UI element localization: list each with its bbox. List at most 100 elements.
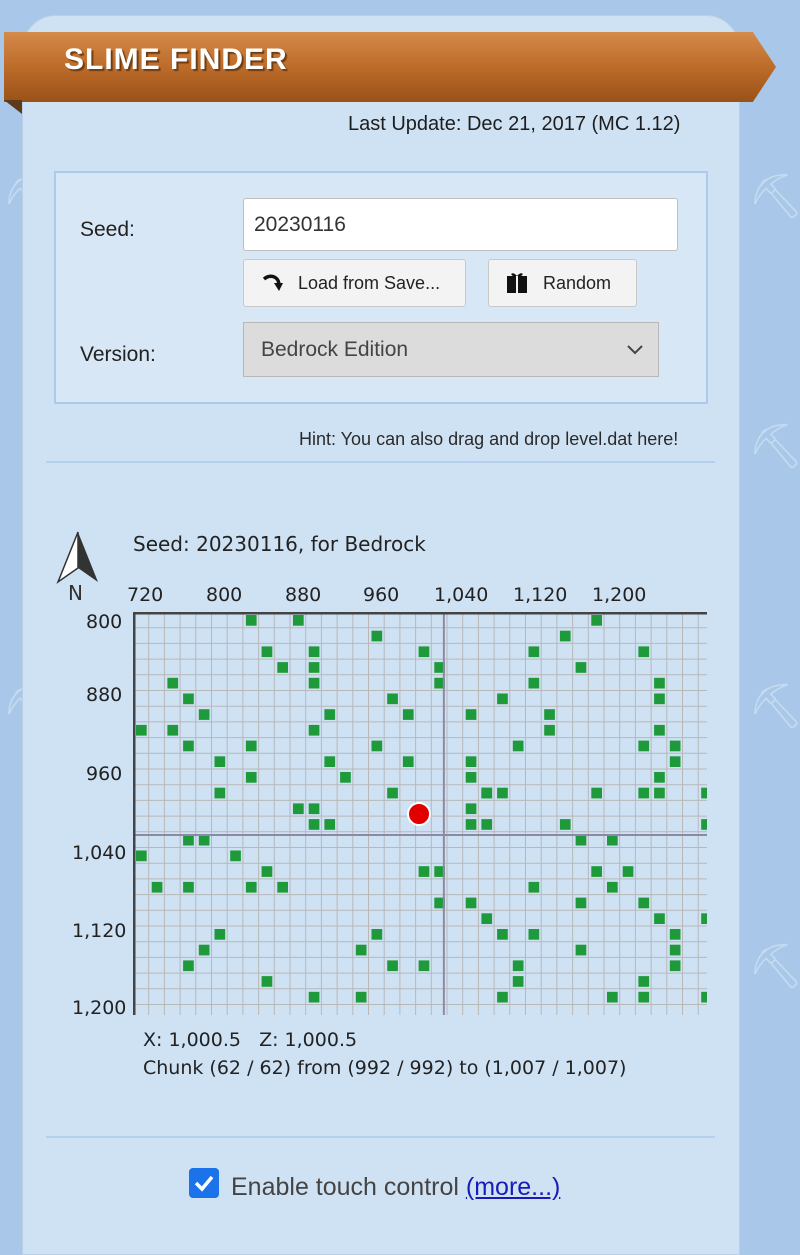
coordinate-readout: X: 1,000.5 Z: 1,000.5: [143, 1029, 358, 1051]
slime-chunk-cell: [638, 976, 650, 987]
checkmark-icon: [194, 1175, 214, 1192]
version-selected-value: Bedrock Edition: [261, 337, 409, 361]
random-button[interactable]: Random: [488, 259, 637, 307]
version-select[interactable]: Bedrock Edition: [243, 322, 659, 377]
chevron-down-icon: [627, 345, 643, 355]
slime-chunk-cell: [418, 646, 430, 658]
slime-chunk-cell: [308, 819, 320, 830]
slime-chunk-cell: [371, 929, 383, 940]
x-axis-tick: 880: [285, 584, 322, 606]
slime-chunk-cell: [622, 866, 634, 877]
touch-control-checkbox[interactable]: [189, 1168, 219, 1198]
slime-chunk-cell: [465, 803, 477, 815]
z-axis-tick: 800: [86, 611, 123, 633]
slime-chunk-cell: [324, 756, 336, 767]
x-axis-tick: 1,040: [434, 584, 489, 606]
background-pattern: ⛏: [748, 941, 800, 992]
slime-chunk-cell: [183, 740, 194, 752]
slime-chunk-cell: [371, 630, 383, 642]
slime-chunk-cell: [387, 693, 398, 705]
slime-chunk-cell: [607, 881, 618, 893]
slime-chunk-cell: [701, 819, 707, 830]
compass-label: N: [68, 581, 83, 605]
x-axis-tick: 960: [363, 584, 400, 606]
slime-chunk-cell: [638, 646, 650, 658]
slime-chunk-cell: [261, 646, 273, 658]
chunk-readout: Chunk (62 / 62) from (992 / 992) to (1,0…: [143, 1057, 627, 1079]
slime-chunk-cell: [481, 787, 493, 799]
slime-chunk-cell: [575, 897, 587, 909]
random-button-label: Random: [543, 272, 612, 293]
slime-chunk-cell: [669, 960, 681, 972]
slime-chunk-cell: [198, 834, 210, 846]
slime-chunk-cell: [183, 693, 194, 705]
background-pattern: ⛏: [748, 421, 800, 472]
slime-chunk-cell: [512, 740, 524, 752]
page-title: SLIME FINDER: [64, 43, 288, 76]
slime-chunk-cell: [701, 787, 707, 799]
version-label: Version:: [80, 343, 156, 366]
slime-chunk-cell: [654, 772, 665, 783]
gift-icon: [507, 273, 527, 293]
slime-chunk-cell: [497, 787, 508, 799]
slime-chunk-cell: [669, 756, 681, 767]
x-axis-tick: 720: [127, 584, 164, 606]
more-info-link[interactable]: (more...): [466, 1173, 560, 1201]
background-pattern: ⛏: [748, 171, 800, 222]
map-title: Seed: 20230116, for Bedrock: [133, 532, 426, 556]
touch-control-text: Enable touch control: [231, 1173, 459, 1201]
slime-chunk-grid[interactable]: [133, 612, 707, 1015]
slime-chunk-cell: [167, 677, 179, 689]
slime-chunk-cell: [638, 897, 650, 909]
slime-chunk-cell: [654, 724, 665, 736]
slime-chunk-cell: [308, 662, 320, 673]
slime-chunk-cell: [340, 772, 351, 783]
slime-chunk-cell: [607, 991, 618, 1003]
slime-chunk-cell: [512, 960, 524, 972]
slime-chunk-cell: [481, 819, 493, 830]
slime-chunk-cell: [591, 787, 602, 799]
seed-label: Seed:: [80, 218, 135, 241]
slime-chunk-cell: [277, 662, 288, 673]
slime-chunk-cell: [308, 803, 320, 815]
slime-chunk-cell: [214, 756, 226, 767]
slime-chunk-cell: [355, 944, 367, 956]
slime-chunk-cell: [198, 709, 210, 720]
slime-chunk-cell: [512, 976, 524, 987]
slime-chunk-cell: [136, 850, 147, 862]
last-update-text: Last Update: Dec 21, 2017 (MC 1.12): [348, 113, 681, 135]
z-axis-tick: 960: [86, 763, 123, 785]
z-axis-tick: 1,200: [72, 997, 127, 1019]
slime-chunk-cell: [293, 615, 304, 626]
slime-chunk-cell: [559, 819, 571, 830]
slime-chunk-cell: [544, 724, 555, 736]
slime-chunk-cell: [198, 944, 210, 956]
slime-chunk-cell: [638, 991, 650, 1003]
slime-chunk-cell: [324, 709, 336, 720]
slime-chunk-cell: [245, 772, 257, 783]
slime-chunk-cell: [167, 724, 179, 736]
slime-chunk-cell: [245, 615, 257, 626]
load-from-save-button[interactable]: Load from Save...: [243, 259, 466, 307]
slime-chunk-cell: [528, 677, 540, 689]
slime-chunk-cell: [136, 724, 147, 736]
slime-chunk-cell: [669, 929, 681, 940]
compass-north-icon: N: [56, 531, 98, 605]
slime-chunk-cell: [701, 991, 707, 1003]
slime-chunk-cell: [465, 709, 477, 720]
slime-chunk-cell: [465, 756, 477, 767]
slime-chunk-cell: [151, 881, 163, 893]
slime-chunk-cell: [277, 881, 288, 893]
slime-chunk-cell: [387, 960, 398, 972]
slime-chunk-cell: [308, 991, 320, 1003]
slime-chunk-cell: [261, 866, 273, 877]
seed-input[interactable]: [243, 198, 678, 251]
slime-chunk-cell: [528, 881, 540, 893]
slime-chunk-cell: [230, 850, 241, 862]
z-axis-tick: 1,040: [72, 842, 127, 864]
slime-chunk-cell: [481, 913, 493, 924]
slime-chunk-map[interactable]: [133, 612, 707, 1015]
slime-chunk-cell: [402, 756, 414, 767]
banner-ribbon-tail: [4, 100, 22, 114]
slime-chunk-cell: [575, 662, 587, 673]
